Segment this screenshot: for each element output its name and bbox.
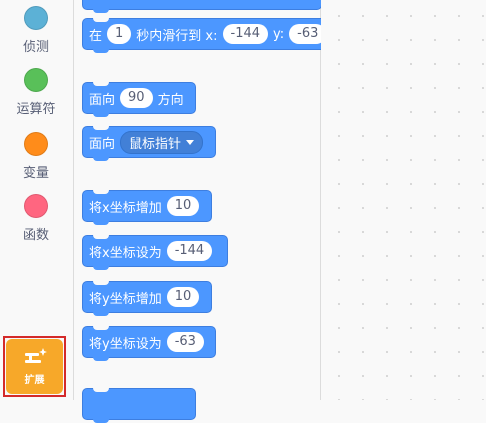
category-functions[interactable]: 函数 (0, 194, 72, 254)
operators-color-dot (24, 68, 48, 92)
set-y-input[interactable]: -63 (166, 332, 204, 352)
sensing-color-dot (24, 6, 48, 30)
extension-icon (24, 348, 47, 363)
category-sidebar: 侦测 运算符 变量 函数 扩展 (0, 0, 74, 400)
category-sensing[interactable]: 侦测 (0, 6, 72, 66)
category-label: 变量 (22, 166, 49, 181)
towards-dropdown[interactable]: 鼠标指针 (120, 130, 204, 154)
point-direction-prefix: 面向 (89, 92, 116, 108)
point-towards-block[interactable]: 面向 鼠标指针 (82, 126, 216, 161)
cutoff-block-top[interactable] (82, 0, 322, 13)
category-label: 运算符 (16, 102, 56, 117)
glide-to-xy-block[interactable]: 在 1 秒内滑行到 x: -144 y: -63 (82, 18, 354, 53)
change-y-input[interactable]: 10 (166, 287, 200, 307)
cutoff-block-bottom[interactable] (82, 388, 196, 423)
extension-button[interactable]: 扩展 (6, 339, 63, 394)
chevron-down-icon (186, 139, 195, 145)
direction-input[interactable]: 90 (120, 88, 153, 108)
glide-secs-input[interactable]: 1 (107, 24, 132, 44)
glide-y-label: y: (273, 26, 285, 42)
point-in-direction-block[interactable]: 面向 90 方向 (82, 82, 196, 117)
change-y-block[interactable]: 将y坐标增加 10 (82, 281, 212, 316)
code-workspace[interactable] (321, 0, 486, 400)
set-y-label: 将y坐标设为 (89, 336, 162, 352)
glide-prefix: 在 (89, 28, 103, 44)
change-x-label: 将x坐标增加 (89, 200, 162, 216)
point-direction-suffix: 方向 (157, 92, 184, 108)
change-y-label: 将y坐标增加 (89, 291, 162, 307)
variables-color-dot (24, 132, 48, 156)
category-label: 函数 (22, 228, 49, 243)
towards-dropdown-value: 鼠标指针 (129, 136, 182, 152)
glide-mid-label: 秒内滑行到 x: (136, 28, 218, 44)
set-x-label: 将x坐标设为 (89, 245, 162, 261)
extension-label: 扩展 (24, 375, 45, 386)
category-variables[interactable]: 变量 (0, 132, 72, 192)
category-label: 侦测 (22, 40, 49, 55)
point-towards-prefix: 面向 (89, 136, 116, 152)
category-operators[interactable]: 运算符 (0, 68, 72, 128)
change-x-input[interactable]: 10 (166, 196, 200, 216)
set-x-input[interactable]: -144 (166, 241, 213, 261)
glide-x-input[interactable]: -144 (222, 24, 269, 44)
set-x-block[interactable]: 将x坐标设为 -144 (82, 235, 228, 270)
functions-color-dot (24, 194, 48, 218)
set-y-block[interactable]: 将y坐标设为 -63 (82, 326, 216, 361)
change-x-block[interactable]: 将x坐标增加 10 (82, 190, 212, 225)
